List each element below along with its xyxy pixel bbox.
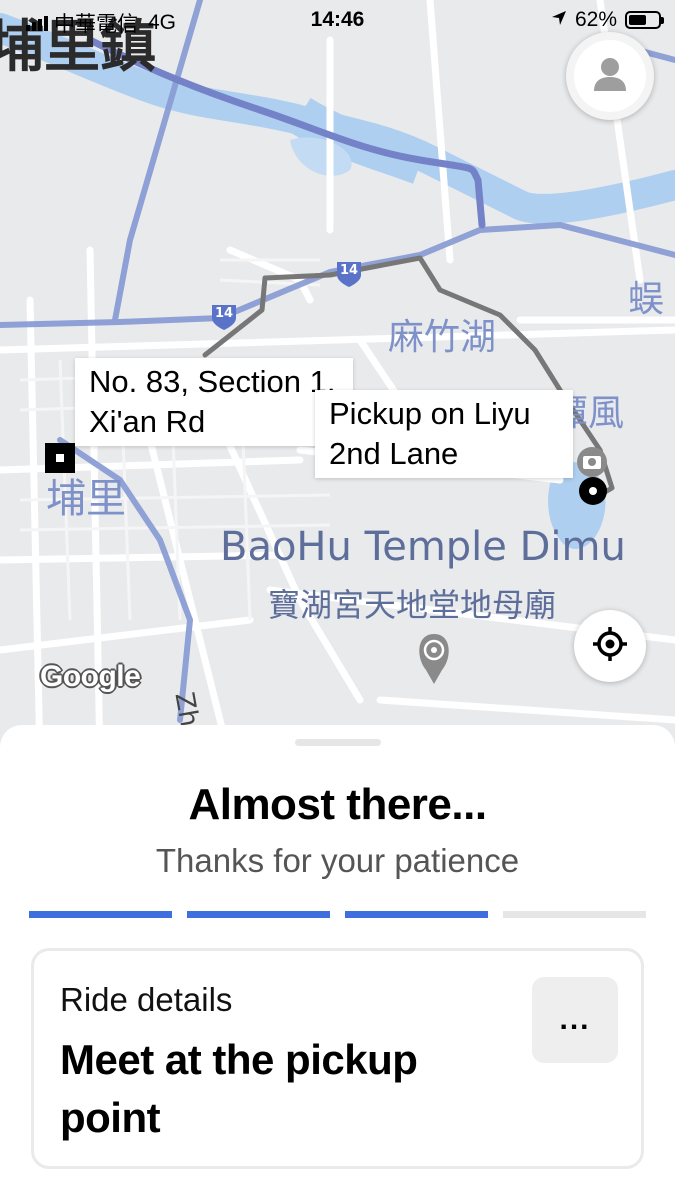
progress-segment <box>345 911 488 918</box>
status-subtitle: Thanks for your patience <box>155 842 520 879</box>
temple-name-zh: 寶湖宮天地堂地母廟 <box>268 586 557 624</box>
edge-partial-label: 蜈 <box>628 279 665 320</box>
recenter-button[interactable] <box>574 610 646 682</box>
trip-status-sheet: Almost there... Thanks for your patience… <box>0 725 675 1200</box>
trip-progress-bar <box>29 911 646 918</box>
person-icon <box>590 54 630 99</box>
battery-icon <box>625 11 664 29</box>
more-dots-icon: ... <box>559 1003 591 1036</box>
progress-segment <box>503 911 646 918</box>
more-options-button[interactable]: ... <box>532 977 618 1063</box>
progress-segment <box>187 911 330 918</box>
lake-label: 麻竹湖 <box>388 317 497 358</box>
district-label: 埔里 <box>46 476 126 522</box>
status-title: Almost there... <box>188 780 487 829</box>
ride-details-title: Meet at the pickup point <box>60 1036 418 1141</box>
route-shield-14-label: 14 <box>215 306 234 321</box>
sheet-drag-handle[interactable] <box>295 739 381 746</box>
pickup-marker-icon <box>579 477 607 505</box>
temple-name-en: BaoHu Temple Dimu <box>220 524 626 570</box>
destination-label[interactable]: No. 83, Section 1, Xi'an Rd <box>75 358 353 446</box>
camera-poi-icon <box>577 447 607 477</box>
temple-pin-icon <box>419 634 449 684</box>
battery-percent: 62% <box>574 8 617 31</box>
location-arrow-icon <box>551 8 567 32</box>
ride-details-card[interactable]: Ride details Meet at the pickup point ..… <box>31 948 644 1169</box>
profile-button[interactable] <box>566 32 654 120</box>
route-shield-14-east-label: 14 <box>340 263 359 278</box>
status-bar: 中華電信 4G 14:46 62% <box>0 0 675 40</box>
progress-segment <box>29 911 172 918</box>
ride-details-label: Ride details <box>60 981 233 1018</box>
pickup-label[interactable]: Pickup on Liyu 2nd Lane <box>315 390 573 478</box>
crosshair-icon <box>591 625 629 668</box>
google-attribution: Google <box>40 660 141 693</box>
